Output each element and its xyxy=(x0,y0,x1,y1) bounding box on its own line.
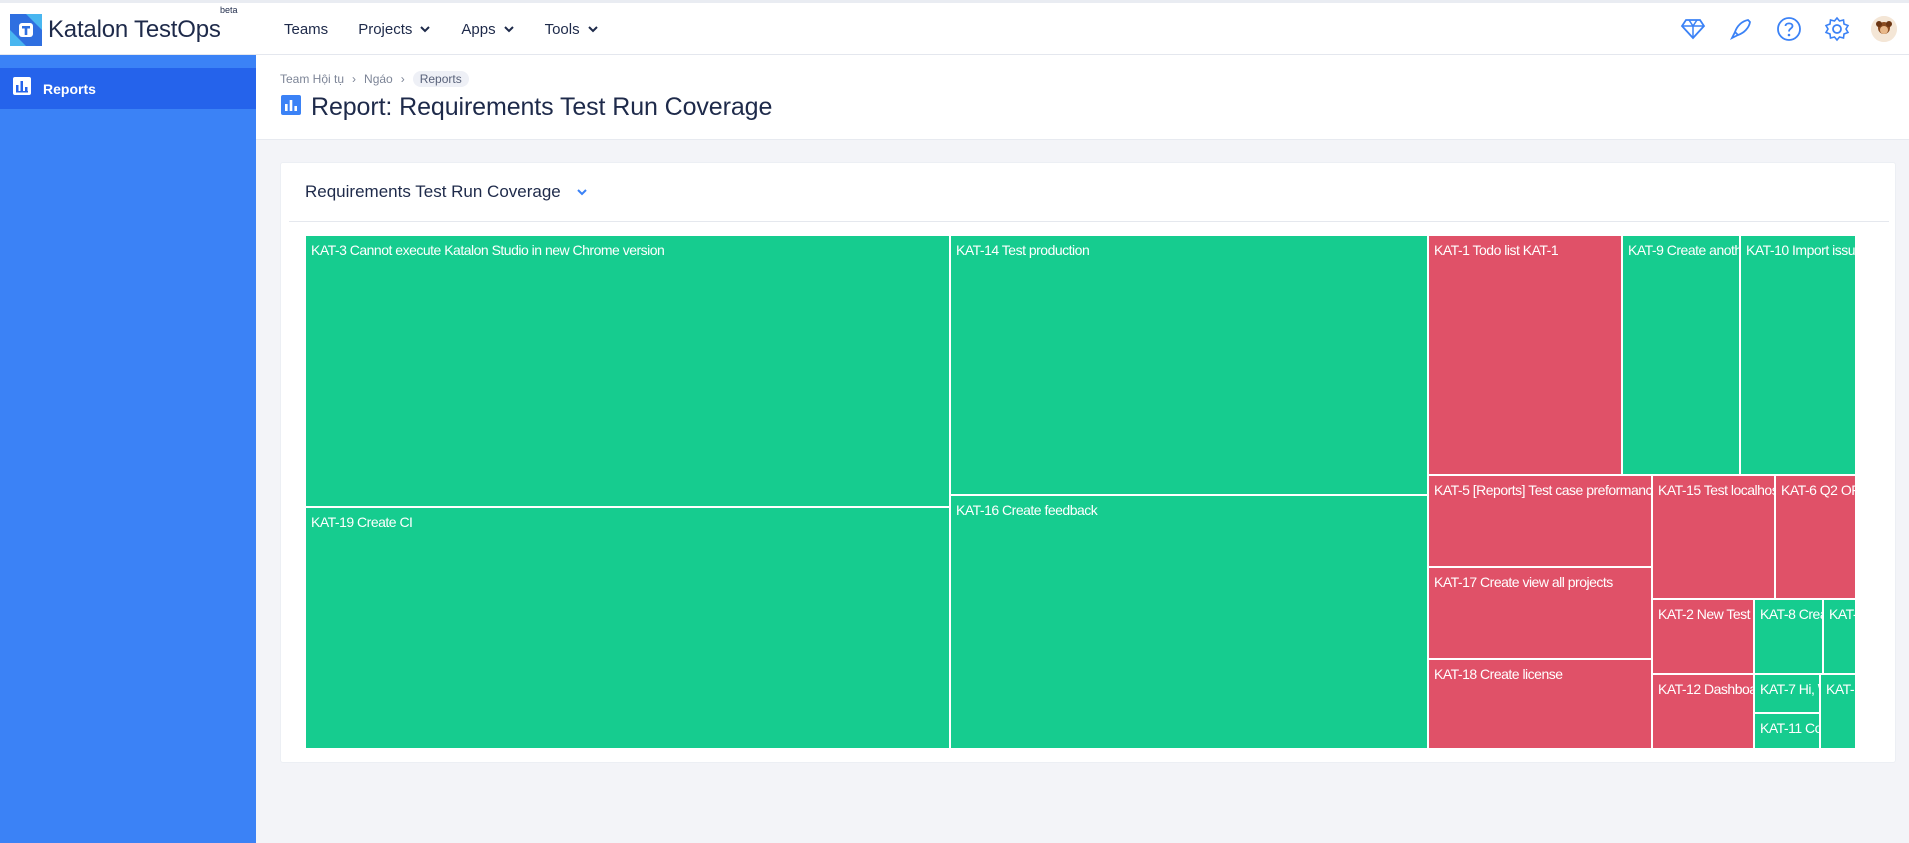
treemap-cell[interactable]: KAT-1 xyxy=(1820,674,1855,749)
breadcrumb-current: Reports xyxy=(412,71,469,87)
report-chart-icon xyxy=(280,94,302,121)
breadcrumb-separator-icon: › xyxy=(400,72,405,86)
breadcrumb: Team Hội tụ › Ngáo › Reports xyxy=(280,71,469,87)
nav-tools-label: Tools xyxy=(544,20,580,38)
treemap-cell-label: KAT-3 Cannot execute Katalon Studio in n… xyxy=(311,242,665,258)
breadcrumb-separator-icon: › xyxy=(352,72,357,86)
nav-tools[interactable]: Tools xyxy=(545,21,599,38)
treemap-cell[interactable]: KAT-15 Test localhos xyxy=(1652,475,1775,599)
treemap-cell[interactable]: KAT-7 Hi, \ xyxy=(1754,674,1820,713)
treemap-cell[interactable]: KAT-19 Create CI xyxy=(305,507,950,749)
treemap-cell[interactable]: KAT-11 Co xyxy=(1754,713,1820,749)
card-title: Requirements Test Run Coverage xyxy=(305,182,561,201)
rocket-icon[interactable] xyxy=(1727,15,1755,43)
treemap-cell[interactable]: KAT-1 Todo list KAT-1 xyxy=(1428,235,1622,475)
treemap-cell[interactable]: KAT-12 Dashboa xyxy=(1652,674,1754,749)
treemap-cell-label: KAT-12 Dashboa xyxy=(1658,681,1754,697)
treemap-cell[interactable]: KAT- xyxy=(1823,599,1855,674)
treemap-cell-label: KAT-15 Test localhos xyxy=(1658,482,1775,498)
treemap-cell-label: KAT-14 Test production xyxy=(956,242,1090,258)
main-nav: Teams Projects Apps Tools xyxy=(284,3,629,55)
treemap-cell-label: KAT-18 Create license xyxy=(1434,666,1563,682)
sidebar-item-label: Reports xyxy=(43,80,96,97)
treemap-cell[interactable]: KAT-14 Test production xyxy=(950,235,1428,495)
treemap-cell-label: KAT-9 Create anoth xyxy=(1628,242,1740,258)
treemap-cell-label: KAT-5 [Reports] Test case preformanc xyxy=(1434,482,1652,498)
chevron-down-icon[interactable] xyxy=(576,186,588,198)
treemap-cell[interactable]: KAT-17 Create view all projects xyxy=(1428,567,1652,659)
treemap-cell[interactable]: KAT-8 Crea xyxy=(1754,599,1823,674)
diamond-icon[interactable] xyxy=(1679,15,1707,43)
nav-projects[interactable]: Projects xyxy=(358,21,431,38)
treemap-cell-label: KAT-6 Q2 OF xyxy=(1781,482,1855,498)
treemap-cell-label: KAT-8 Crea xyxy=(1760,606,1823,622)
top-right-actions xyxy=(1659,3,1909,55)
treemap-cell-label: KAT-16 Create feedback xyxy=(956,502,1098,518)
nav-apps-label: Apps xyxy=(461,20,496,38)
katalon-logo-icon xyxy=(10,14,42,46)
breadcrumb-team[interactable]: Team Hội tụ xyxy=(280,72,344,86)
nav-teams[interactable]: Teams xyxy=(284,21,328,38)
treemap-cell-label: KAT-1 xyxy=(1826,681,1855,697)
settings-icon[interactable] xyxy=(1823,15,1851,43)
nav-apps[interactable]: Apps xyxy=(461,21,514,38)
treemap-cell[interactable]: KAT-16 Create feedback xyxy=(950,495,1428,749)
sidebar: Reports xyxy=(0,55,256,843)
app-logo[interactable]: Katalon TestOps xyxy=(10,12,221,48)
treemap-cell[interactable]: KAT-5 [Reports] Test case preformanc xyxy=(1428,475,1652,567)
treemap-cell-label: KAT-11 Co xyxy=(1760,720,1820,736)
treemap-cell-label: KAT-7 Hi, \ xyxy=(1760,681,1820,697)
card-header: Requirements Test Run Coverage xyxy=(305,177,588,207)
treemap-cell-label: KAT- xyxy=(1829,606,1855,622)
treemap-cell-label: KAT-10 Import issu xyxy=(1746,242,1855,258)
report-card: Requirements Test Run Coverage KAT-3 Can… xyxy=(280,162,1896,763)
coverage-treemap: KAT-3 Cannot execute Katalon Studio in n… xyxy=(305,235,1855,749)
nav-projects-label: Projects xyxy=(358,20,413,38)
beta-badge: beta xyxy=(220,5,238,15)
treemap-cell[interactable]: KAT-10 Import issu xyxy=(1740,235,1855,475)
treemap-cell-label: KAT-17 Create view all projects xyxy=(1434,574,1613,590)
treemap-cell[interactable]: KAT-18 Create license xyxy=(1428,659,1652,749)
breadcrumb-project[interactable]: Ngáo xyxy=(364,72,393,86)
page-title-row: Report: Requirements Test Run Coverage xyxy=(280,93,772,122)
chevron-down-icon xyxy=(587,26,598,33)
report-chart-icon xyxy=(12,76,32,101)
sidebar-item-reports[interactable]: Reports xyxy=(0,68,256,109)
help-icon[interactable] xyxy=(1775,15,1803,43)
app-name: Katalon TestOps xyxy=(48,16,221,43)
treemap-cell[interactable]: KAT-6 Q2 OF xyxy=(1775,475,1855,599)
treemap-cell[interactable]: KAT-2 New Test xyxy=(1652,599,1754,674)
card-divider xyxy=(289,221,1889,222)
treemap-cell-label: KAT-19 Create CI xyxy=(311,514,413,530)
top-navigation-bar: Katalon TestOps beta Teams Projects Apps… xyxy=(0,0,1909,55)
chevron-down-icon xyxy=(503,26,514,33)
treemap-cell-label: KAT-1 Todo list KAT-1 xyxy=(1434,242,1559,258)
page-title: Report: Requirements Test Run Coverage xyxy=(311,93,773,121)
treemap-cell-label: KAT-2 New Test xyxy=(1658,606,1751,622)
treemap-cell[interactable]: KAT-9 Create anoth xyxy=(1622,235,1740,475)
treemap-cell[interactable]: KAT-3 Cannot execute Katalon Studio in n… xyxy=(305,235,950,507)
nav-teams-label: Teams xyxy=(284,20,329,38)
avatar[interactable] xyxy=(1871,16,1897,42)
chevron-down-icon xyxy=(420,26,431,33)
page-header: Team Hội tụ › Ngáo › Reports Report: Req… xyxy=(256,55,1909,140)
